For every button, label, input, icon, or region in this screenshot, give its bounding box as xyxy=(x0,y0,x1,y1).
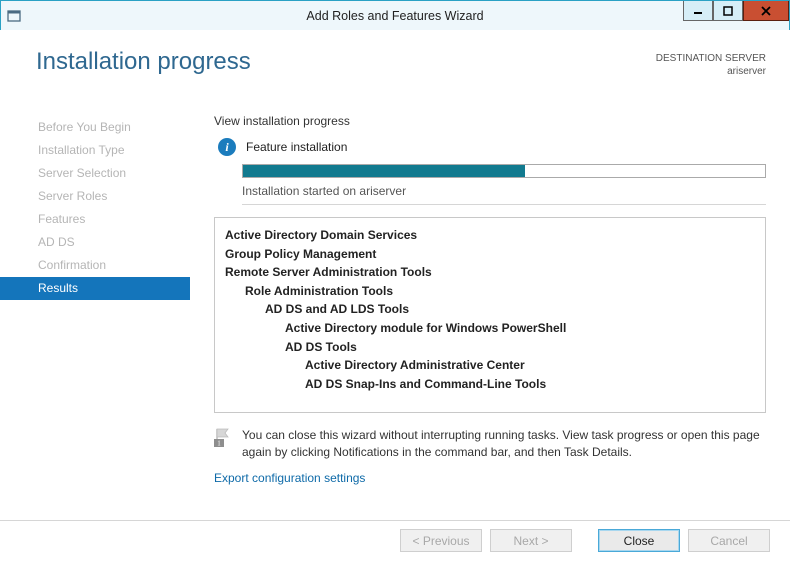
previous-button: < Previous xyxy=(400,529,482,552)
wizard-step-results: Results xyxy=(0,277,190,300)
window-system-icon xyxy=(7,8,23,24)
svg-text:1: 1 xyxy=(217,440,221,448)
view-progress-label: View installation progress xyxy=(214,114,766,128)
window-close-button[interactable] xyxy=(743,1,789,21)
page-heading: Installation progress xyxy=(36,48,656,76)
feature-item: Remote Server Administration Tools xyxy=(225,263,755,282)
wizard-step-confirmation: Confirmation xyxy=(0,254,190,277)
cancel-button: Cancel xyxy=(688,529,770,552)
feature-item: Active Directory Administrative Center xyxy=(225,356,755,375)
feature-item: AD DS and AD LDS Tools xyxy=(225,300,755,319)
status-title: Feature installation xyxy=(246,140,347,154)
feature-item: Role Administration Tools xyxy=(225,282,755,301)
window-title: Add Roles and Features Wizard xyxy=(1,9,789,23)
flag-icon: 1 xyxy=(214,427,232,449)
destination-server-block: DESTINATION SERVER ariserver xyxy=(656,48,766,78)
close-button[interactable]: Close xyxy=(598,529,680,552)
install-substatus: Installation started on ariserver xyxy=(242,184,766,205)
window-minimize-button[interactable] xyxy=(683,1,713,21)
feature-item: Active Directory module for Windows Powe… xyxy=(225,319,755,338)
feature-item: AD DS Tools xyxy=(225,338,755,357)
wizard-step-server-selection: Server Selection xyxy=(0,162,190,185)
install-progress-bar xyxy=(242,164,766,178)
wizard-step-installation-type: Installation Type xyxy=(0,139,190,162)
title-bar: Add Roles and Features Wizard xyxy=(1,1,789,31)
feature-item: Active Directory Domain Services xyxy=(225,226,755,245)
destination-server: ariserver xyxy=(656,65,766,78)
wizard-step-before-you-begin: Before You Begin xyxy=(0,116,190,139)
destination-label: DESTINATION SERVER xyxy=(656,52,766,65)
wizard-step-features: Features xyxy=(0,208,190,231)
feature-item: AD DS Snap-Ins and Command-Line Tools xyxy=(225,375,755,394)
wizard-step-ad-ds: AD DS xyxy=(0,231,190,254)
wizard-footer: < Previous Next > Close Cancel xyxy=(0,520,790,554)
next-button: Next > xyxy=(490,529,572,552)
export-config-link[interactable]: Export configuration settings xyxy=(214,471,766,485)
window-maximize-button[interactable] xyxy=(713,1,743,21)
feature-item: Group Policy Management xyxy=(225,245,755,264)
wizard-step-server-roles: Server Roles xyxy=(0,185,190,208)
feature-tree[interactable]: Active Directory Domain ServicesGroup Po… xyxy=(214,217,766,413)
info-icon: i xyxy=(218,138,236,156)
close-wizard-note: You can close this wizard without interr… xyxy=(242,427,766,461)
wizard-step-sidebar: Before You BeginInstallation TypeServer … xyxy=(0,110,190,514)
